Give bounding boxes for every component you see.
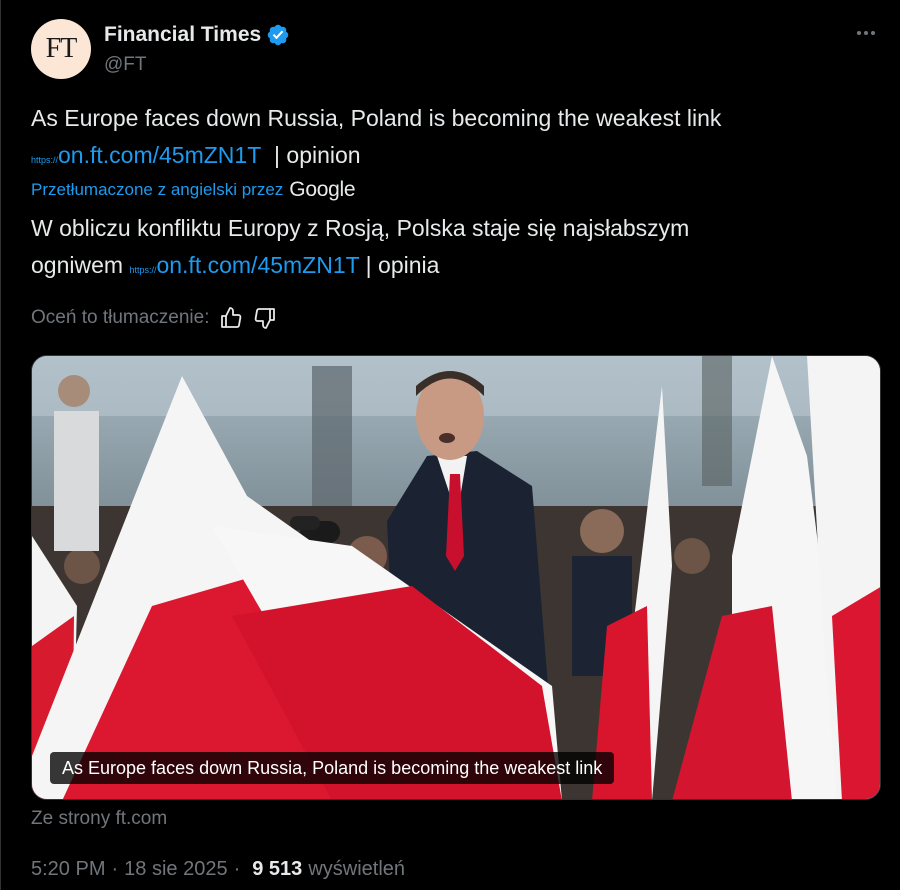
tweet-header: FT Financial Times @FT — [31, 19, 875, 83]
thumbs-down-icon[interactable] — [253, 306, 277, 330]
avatar[interactable]: FT — [31, 19, 91, 79]
column-border — [0, 0, 1, 890]
translation-attribution[interactable]: Przetłumaczone z angielski przez Google — [31, 178, 356, 202]
meta-separator: · — [111, 858, 119, 880]
tweet-meta: 5:20 PM · 18 sie 2025 · 9 513 wyświetleń — [31, 858, 405, 881]
card-caption[interactable]: As Europe faces down Russia, Poland is b… — [50, 752, 615, 784]
card-source[interactable]: Ze strony ft.com — [31, 808, 167, 830]
more-options-icon[interactable] — [852, 21, 880, 45]
rally-photo — [32, 356, 880, 799]
translated-text: W obliczu konfliktu Europy z Rosją, Pols… — [31, 215, 690, 241]
rate-label: Oceń to tłumaczenie: — [31, 307, 210, 328]
thumbs-up-icon[interactable] — [219, 306, 243, 330]
tweet-time[interactable]: 5:20 PM — [31, 858, 105, 881]
link-prefix: https:// — [31, 155, 59, 165]
view-count: 9 513 — [252, 858, 303, 880]
author-display-name[interactable]: Financial Times — [104, 23, 261, 47]
translation-label[interactable]: Przetłumaczone z angielski przez — [31, 180, 283, 200]
verified-badge-icon[interactable] — [266, 23, 290, 47]
tweet-link[interactable]: on.ft.com/45mZN1T — [58, 142, 261, 168]
tweet-text-translated: W obliczu konfliktu Europy z Rosją, Pols… — [31, 210, 871, 289]
avatar-logo: FT — [45, 33, 78, 64]
tweet-text-original: As Europe faces down Russia, Poland is b… — [31, 100, 871, 137]
tweet-date[interactable]: 18 sie 2025 — [124, 858, 227, 881]
translated-text-2: ogniwem — [31, 252, 124, 278]
view-count-label: wyświetleń — [308, 858, 406, 880]
rate-translation: Oceń to tłumaczenie: — [31, 306, 277, 330]
tweet-suffix: | opinion — [274, 142, 361, 168]
author-name-row[interactable]: Financial Times — [104, 23, 290, 47]
translated-suffix: | opinia — [365, 252, 440, 278]
tweet-text: As Europe faces down Russia, Poland is b… — [31, 105, 722, 131]
tweet-link-translated[interactable]: on.ft.com/45mZN1T — [156, 252, 359, 278]
link-card-image[interactable]: As Europe faces down Russia, Poland is b… — [31, 355, 881, 800]
link-prefix-translated: https:// — [129, 265, 157, 275]
author-handle[interactable]: @FT — [104, 54, 147, 76]
meta-separator-2: · — [233, 858, 241, 880]
tweet-link-line: https://on.ft.com/45mZN1T | opinion — [31, 137, 871, 179]
google-logo: Google — [289, 178, 356, 201]
